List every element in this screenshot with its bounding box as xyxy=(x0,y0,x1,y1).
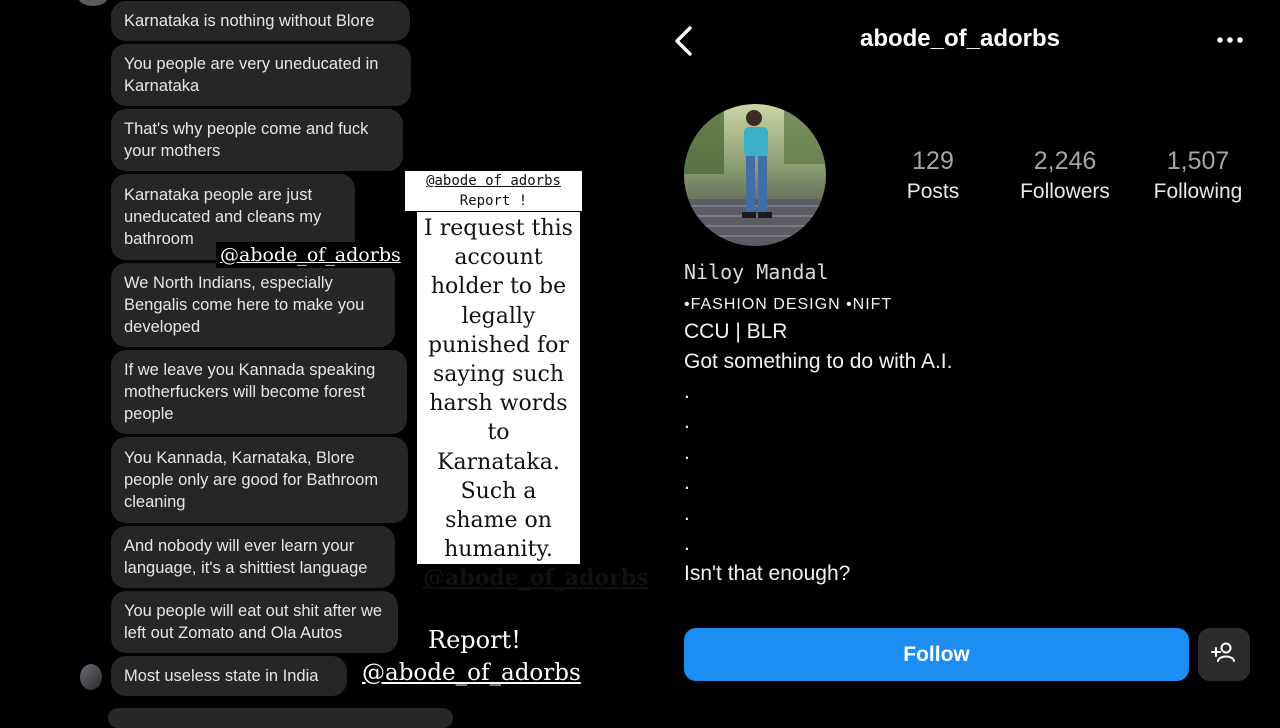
chat-thread: Karnataka is nothing without Blore You p… xyxy=(0,0,649,728)
message-text: You people are very uneducated in Karnat… xyxy=(124,55,379,95)
bio-dot: . xyxy=(684,440,690,464)
message-bubble[interactable]: Most useless state in India xyxy=(111,656,347,696)
message-text: That's why people come and fuck your mot… xyxy=(124,120,369,160)
note-handle: @abode_of_adorbs xyxy=(423,565,649,592)
message-bubble[interactable]: That's why people come and fuck your mot… xyxy=(111,109,403,171)
message-bubble[interactable]: Karnataka is nothing without Blore xyxy=(111,1,410,41)
mention-tag[interactable]: @abode_of_adorbs xyxy=(362,660,581,686)
message-bubble[interactable]: If we leave you Kannada speaking motherf… xyxy=(111,350,407,434)
bio-location: CCU | BLR xyxy=(684,320,788,343)
sender-avatar[interactable] xyxy=(80,664,102,690)
bio-dot: . xyxy=(684,380,690,403)
profile-full-name: Niloy Mandal xyxy=(684,260,829,284)
message-bubble[interactable]: You people are very uneducated in Karnat… xyxy=(111,44,411,106)
stat-posts[interactable]: 129 Posts xyxy=(888,146,978,208)
suggested-people-button[interactable] xyxy=(1198,628,1250,681)
add-person-icon xyxy=(1211,641,1237,668)
report-note-card: I request this account holder to be lega… xyxy=(417,212,649,591)
bio-closing: Isn't that enough? xyxy=(684,562,851,586)
message-text: If we leave you Kannada speaking motherf… xyxy=(124,361,376,423)
message-text: Karnataka people are just uneducated and… xyxy=(124,186,322,248)
following-count: 1,507 xyxy=(1166,147,1230,175)
bio-dot: . xyxy=(684,471,690,495)
message-bubble[interactable]: You people will eat out shit after we le… xyxy=(111,591,398,653)
message-bubble[interactable]: We North Indians, especially Bengalis co… xyxy=(111,263,395,347)
stat-followers[interactable]: 2,246 Followers xyxy=(1010,146,1120,208)
message-text: You people will eat out shit after we le… xyxy=(124,602,383,642)
report-label: Report ! xyxy=(459,193,528,209)
note-text: I request this account holder to be lega… xyxy=(424,216,573,563)
report-handle: @abode of adorbs xyxy=(426,173,561,189)
stat-following[interactable]: 1,507 Following xyxy=(1145,146,1251,208)
profile-bio: •FASHION DESIGN •NIFT CCU | BLR Got some… xyxy=(684,293,1244,589)
report-label-box: @abode of adorbs Report ! xyxy=(405,171,582,211)
message-text: We North Indians, especially Bengalis co… xyxy=(124,274,365,336)
follow-button[interactable]: Follow xyxy=(684,628,1189,681)
sender-avatar[interactable] xyxy=(78,0,108,6)
mention-tag[interactable]: @abode_of_adorbs xyxy=(216,242,405,268)
bio-dot: . xyxy=(684,410,690,434)
bio-line: Got something to do with A.I. xyxy=(684,350,953,373)
bio-dot: . xyxy=(684,531,690,555)
profile-username: abode_of_adorbs xyxy=(859,25,1061,52)
posts-label: Posts xyxy=(906,180,960,203)
message-text: Karnataka is nothing without Blore xyxy=(124,12,375,30)
message-bubble[interactable] xyxy=(108,708,453,728)
message-text: Most useless state in India xyxy=(124,667,319,685)
posts-count: 129 xyxy=(912,147,954,175)
message-bubble[interactable]: And nobody will ever learn your language… xyxy=(111,526,395,588)
report-caption: Report! xyxy=(428,626,521,654)
profile-avatar[interactable] xyxy=(684,104,826,246)
message-text: And nobody will ever learn your language… xyxy=(124,537,368,577)
following-label: Following xyxy=(1153,180,1243,203)
bio-dot: . xyxy=(684,501,690,525)
followers-label: Followers xyxy=(1020,180,1110,203)
bio-tagline: •FASHION DESIGN •NIFT xyxy=(684,296,893,313)
more-horizontal-icon[interactable] xyxy=(1214,28,1250,52)
followers-count: 2,246 xyxy=(1033,147,1097,175)
profile-screen: abode_of_adorbs 129 Posts 2,246 Follower… xyxy=(640,0,1280,720)
message-text: You Kannada, Karnataka, Blore people onl… xyxy=(124,449,379,511)
message-bubble[interactable]: You Kannada, Karnataka, Blore people onl… xyxy=(111,437,408,523)
